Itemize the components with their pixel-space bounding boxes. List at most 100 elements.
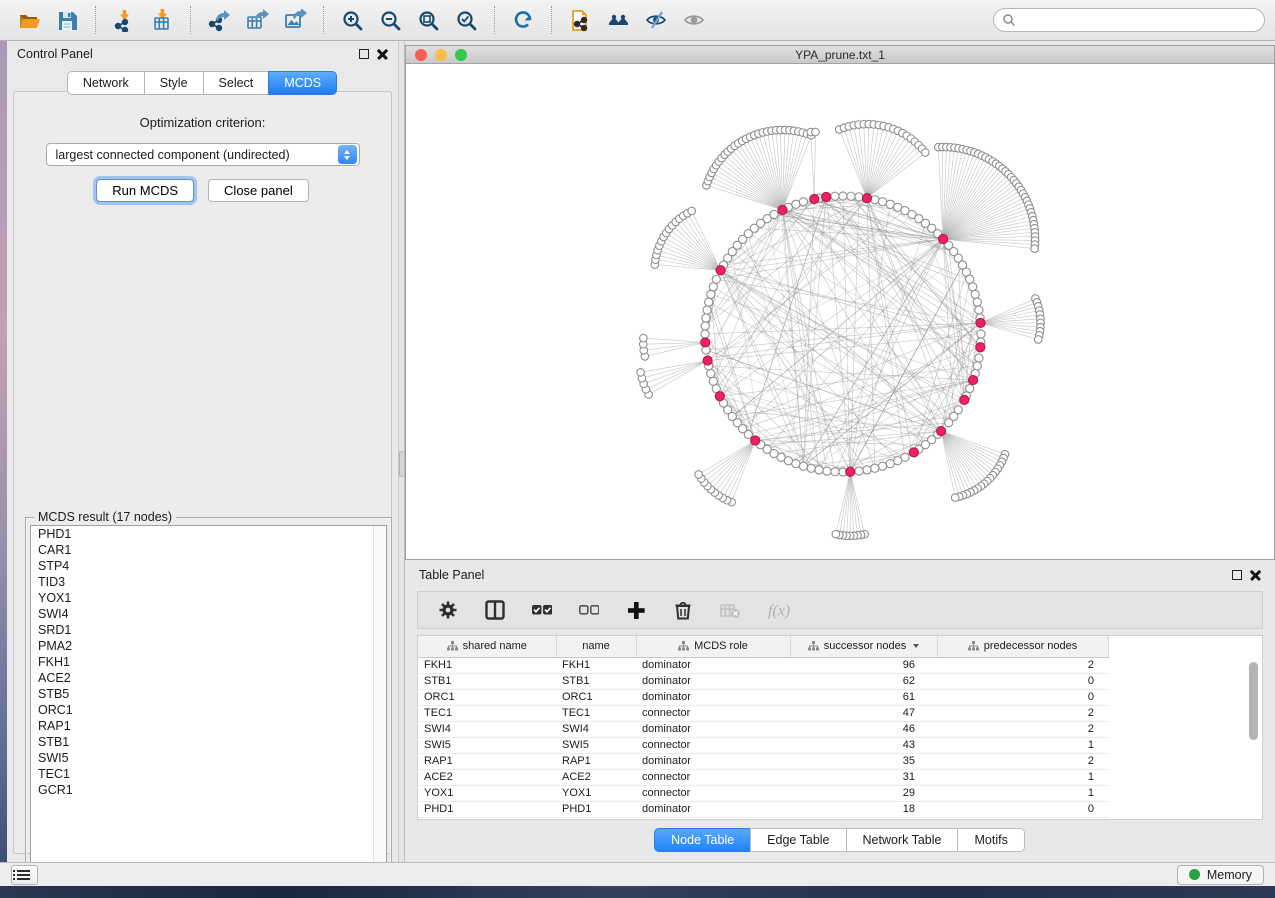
cell-name: PHD1: [556, 801, 636, 817]
table-row[interactable]: SWI4SWI4dominator462: [418, 721, 1108, 737]
network-graph[interactable]: [406, 64, 1274, 559]
mcds-node-item[interactable]: TID3: [31, 574, 386, 590]
zoom-fit-icon: [417, 9, 440, 32]
delete-table-button: [720, 600, 740, 620]
search-input[interactable]: [1016, 13, 1256, 27]
column-header-MCDS-role[interactable]: MCDS role: [636, 636, 790, 657]
column-header-name[interactable]: name: [556, 636, 636, 657]
zoom-out-button[interactable]: [371, 4, 409, 36]
import-table-button[interactable]: [143, 4, 181, 36]
mcds-node-item[interactable]: SWI4: [31, 606, 386, 622]
gear-button[interactable]: [438, 600, 458, 620]
clear-checks-button[interactable]: [579, 600, 599, 620]
tab-node-table[interactable]: Node Table: [654, 828, 751, 852]
export-image-button[interactable]: [276, 4, 314, 36]
toolbar-separator: [95, 6, 96, 34]
network-from-file-button[interactable]: [561, 4, 599, 36]
column-header-predecessor-nodes[interactable]: predecessor nodes: [937, 636, 1108, 657]
refresh-view-button[interactable]: [504, 4, 542, 36]
tab-edge-table[interactable]: Edge Table: [750, 828, 846, 852]
tab-network-table[interactable]: Network Table: [846, 828, 959, 852]
table-row[interactable]: YOX1YOX1connector291: [418, 785, 1108, 801]
show-all-button[interactable]: [675, 4, 713, 36]
zoom-selected-icon: [455, 9, 478, 32]
open-session-icon: [18, 9, 41, 32]
mcds-node-item[interactable]: STB1: [31, 734, 386, 750]
zoom-selected-button[interactable]: [447, 4, 485, 36]
column-header-successor-nodes[interactable]: successor nodes: [790, 636, 937, 657]
zoom-in-button[interactable]: [333, 4, 371, 36]
control-panel-header: Control Panel: [7, 41, 398, 67]
mcds-node-item[interactable]: PMA2: [31, 638, 386, 654]
add-column-button[interactable]: [626, 600, 646, 620]
mcds-list-scrollbar[interactable]: [373, 526, 386, 882]
split-columns-button[interactable]: [485, 600, 505, 620]
node-table[interactable]: shared namenameMCDS rolesuccessor nodesp…: [418, 636, 1109, 818]
table-close-icon[interactable]: [1250, 570, 1261, 581]
mcds-node-item[interactable]: GCR1: [31, 782, 386, 798]
tab-select[interactable]: Select: [203, 71, 270, 95]
mcds-node-item[interactable]: TEC1: [31, 766, 386, 782]
export-network-button[interactable]: [200, 4, 238, 36]
mcds-node-item[interactable]: CAR1: [31, 542, 386, 558]
mcds-node-item[interactable]: ORC1: [31, 702, 386, 718]
table-scrollbar[interactable]: [1249, 662, 1258, 740]
mcds-result-list[interactable]: PHD1CAR1STP4TID3YOX1SWI4SRD1PMA2FKH1ACE2…: [30, 525, 387, 883]
save-session-button[interactable]: [48, 4, 86, 36]
select-stepper-icon: [338, 145, 357, 164]
cell-name: ORC1: [556, 689, 636, 705]
open-session-button[interactable]: [10, 4, 48, 36]
zoom-fit-button[interactable]: [409, 4, 447, 36]
criterion-select[interactable]: largest connected component (undirected): [46, 143, 360, 166]
table-row[interactable]: ORC1ORC1dominator610: [418, 689, 1108, 705]
export-network-icon: [208, 9, 231, 32]
table-row[interactable]: PHD1PHD1dominator180: [418, 801, 1108, 817]
mcds-node-item[interactable]: FKH1: [31, 654, 386, 670]
cell-MCDS-role: dominator: [636, 657, 790, 673]
import-network-button[interactable]: [105, 4, 143, 36]
table-float-icon[interactable]: [1232, 570, 1242, 580]
first-neighbors-icon: [607, 9, 630, 32]
mcds-node-item[interactable]: ACE2: [31, 670, 386, 686]
table-row[interactable]: STB1STB1dominator620: [418, 673, 1108, 689]
delete-column-button[interactable]: [673, 600, 693, 620]
cell-predecessor-nodes: 2: [937, 753, 1108, 769]
mcds-node-item[interactable]: STP4: [31, 558, 386, 574]
cell-name: SWI5: [556, 737, 636, 753]
mcds-node-item[interactable]: SRD1: [31, 622, 386, 638]
search-box[interactable]: [993, 8, 1265, 32]
column-header-shared-name[interactable]: shared name: [418, 636, 556, 657]
zoom-out-icon: [379, 9, 402, 32]
memory-button[interactable]: Memory: [1177, 865, 1264, 885]
mcds-node-item[interactable]: SWI5: [31, 750, 386, 766]
mcds-node-item[interactable]: RAP1: [31, 718, 386, 734]
close-panel-icon[interactable]: [377, 49, 388, 60]
table-row[interactable]: RAP1RAP1dominator352: [418, 753, 1108, 769]
hide-selected-button[interactable]: [637, 4, 675, 36]
table-row[interactable]: FKH1FKH1dominator962: [418, 657, 1108, 673]
cell-successor-nodes: 31: [790, 769, 937, 785]
network-canvas[interactable]: [406, 64, 1274, 559]
cell-name: SWI4: [556, 721, 636, 737]
panel-splitter[interactable]: [398, 41, 405, 862]
first-neighbors-button[interactable]: [599, 4, 637, 36]
table-row[interactable]: TEC1TEC1connector472: [418, 705, 1108, 721]
select-all-checks-button[interactable]: [532, 600, 552, 620]
tab-style[interactable]: Style: [144, 71, 204, 95]
export-image-icon: [284, 9, 307, 32]
task-history-button[interactable]: [11, 865, 38, 885]
network-window-titlebar[interactable]: YPA_prune.txt_1: [406, 46, 1274, 64]
mcds-node-item[interactable]: STB5: [31, 686, 386, 702]
tab-network[interactable]: Network: [67, 71, 145, 95]
table-row[interactable]: ACE2ACE2connector311: [418, 769, 1108, 785]
mcds-node-item[interactable]: PHD1: [31, 526, 386, 542]
run-mcds-button[interactable]: Run MCDS: [96, 179, 194, 202]
float-panel-icon[interactable]: [359, 49, 369, 59]
control-panel-tabs: NetworkStyleSelectMCDS: [7, 71, 398, 95]
tab-motifs[interactable]: Motifs: [957, 828, 1024, 852]
close-panel-button[interactable]: Close panel: [208, 179, 309, 202]
table-row[interactable]: SWI5SWI5connector431: [418, 737, 1108, 753]
tab-mcds[interactable]: MCDS: [268, 71, 337, 95]
export-table-button[interactable]: [238, 4, 276, 36]
mcds-node-item[interactable]: YOX1: [31, 590, 386, 606]
